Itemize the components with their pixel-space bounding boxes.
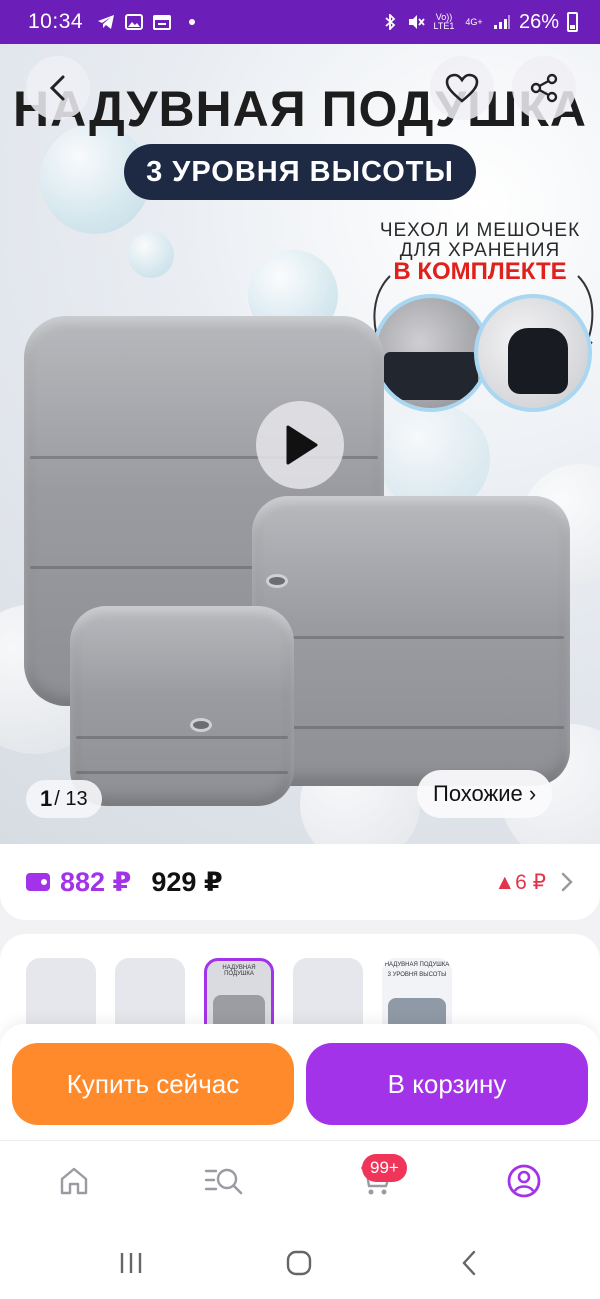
cover-image	[372, 294, 490, 412]
add-to-cart-button[interactable]: В корзину	[306, 1043, 588, 1125]
current-price: 882 ₽	[60, 866, 132, 897]
thumbnail-title: НАДУВНАЯ ПОДУШКА	[384, 962, 450, 968]
status-system-icons: Vo)) LTE1 4G+ 26%	[381, 11, 578, 34]
volte-label: Vo)) LTE1	[433, 12, 455, 31]
cart-count-badge: 99+	[362, 1154, 407, 1182]
hero-badge: 3 УРОВНЯ ВЫСОТЫ	[124, 144, 476, 200]
profile-icon	[507, 1164, 541, 1198]
home-system-button[interactable]	[284, 1248, 314, 1278]
thumbnail-title: НАДУВНАЯ ПОДУШКА	[222, 965, 256, 977]
regular-price: 929 ₽	[151, 866, 223, 897]
nav-catalog[interactable]	[204, 1161, 244, 1201]
network-label: 4G+	[465, 16, 483, 27]
battery-percent: 26%	[518, 10, 559, 33]
nav-home[interactable]	[54, 1161, 94, 1201]
storage-bag-image	[474, 294, 592, 412]
bubble-decoration	[128, 232, 174, 278]
home-icon	[60, 1167, 88, 1195]
share-button[interactable]	[512, 56, 576, 120]
signal-icon	[493, 15, 510, 29]
chevron-left-icon	[49, 75, 65, 101]
back-system-button[interactable]	[454, 1248, 484, 1278]
wallet-icon	[26, 873, 50, 891]
image-counter: 1 / 13	[26, 780, 102, 818]
status-bar: 10:34 Vo)) LTE1 4G+ 26%	[0, 0, 600, 44]
similar-products-button[interactable]: Похожие ›	[417, 770, 553, 818]
image-counter-current: 1	[40, 786, 53, 811]
bluetooth-icon	[385, 14, 396, 30]
status-notification-icons	[97, 14, 196, 30]
kit-text-highlight: В КОМПЛЕКТЕ	[393, 258, 567, 285]
recent-apps-icon	[120, 1253, 142, 1273]
heart-icon	[445, 73, 479, 103]
chevron-right-icon[interactable]	[560, 872, 574, 892]
recent-apps-button[interactable]	[116, 1248, 146, 1278]
mute-icon	[408, 15, 425, 29]
pillow-medium-image	[252, 496, 570, 786]
product-image-gallery[interactable]: НАДУВНАЯ ПОДУШКА 3 УРОВНЯ ВЫСОТЫ ЧЕХОЛ И…	[0, 44, 600, 844]
gallery-icon	[125, 14, 144, 30]
calendar-icon	[153, 15, 172, 30]
nav-profile[interactable]	[504, 1161, 544, 1201]
battery-icon	[567, 12, 578, 32]
system-navigation-bar	[0, 1226, 600, 1299]
telegram-icon	[98, 15, 115, 29]
home-circle-icon	[286, 1250, 312, 1276]
pillow-small-image	[70, 606, 294, 806]
price-change: ▲6 ₽	[494, 870, 546, 894]
status-time: 10:34	[28, 10, 84, 33]
catalog-search-icon	[204, 1168, 243, 1195]
thumbnail-badge: 3 УРОВНЯ ВЫСОТЫ	[387, 972, 447, 978]
image-counter-total: / 13	[54, 787, 88, 810]
play-video-button[interactable]	[256, 401, 344, 489]
favorite-button[interactable]	[430, 56, 494, 120]
share-icon	[530, 73, 558, 103]
buy-now-button[interactable]: Купить сейчас	[12, 1043, 294, 1125]
back-arrow-icon	[462, 1250, 476, 1276]
dot-icon	[189, 19, 196, 25]
hero-title: НАДУВНАЯ ПОДУШКА	[13, 81, 587, 137]
play-icon	[286, 425, 318, 465]
back-button[interactable]	[26, 56, 90, 120]
kit-text-line1: ЧЕХОЛ И МЕШОЧЕК	[379, 220, 581, 241]
bottom-navigation	[0, 1140, 600, 1226]
price-row[interactable]: 882 ₽ 929 ₽ ▲6 ₽	[0, 844, 600, 920]
purchase-actions: Купить сейчас В корзину	[0, 1024, 600, 1140]
